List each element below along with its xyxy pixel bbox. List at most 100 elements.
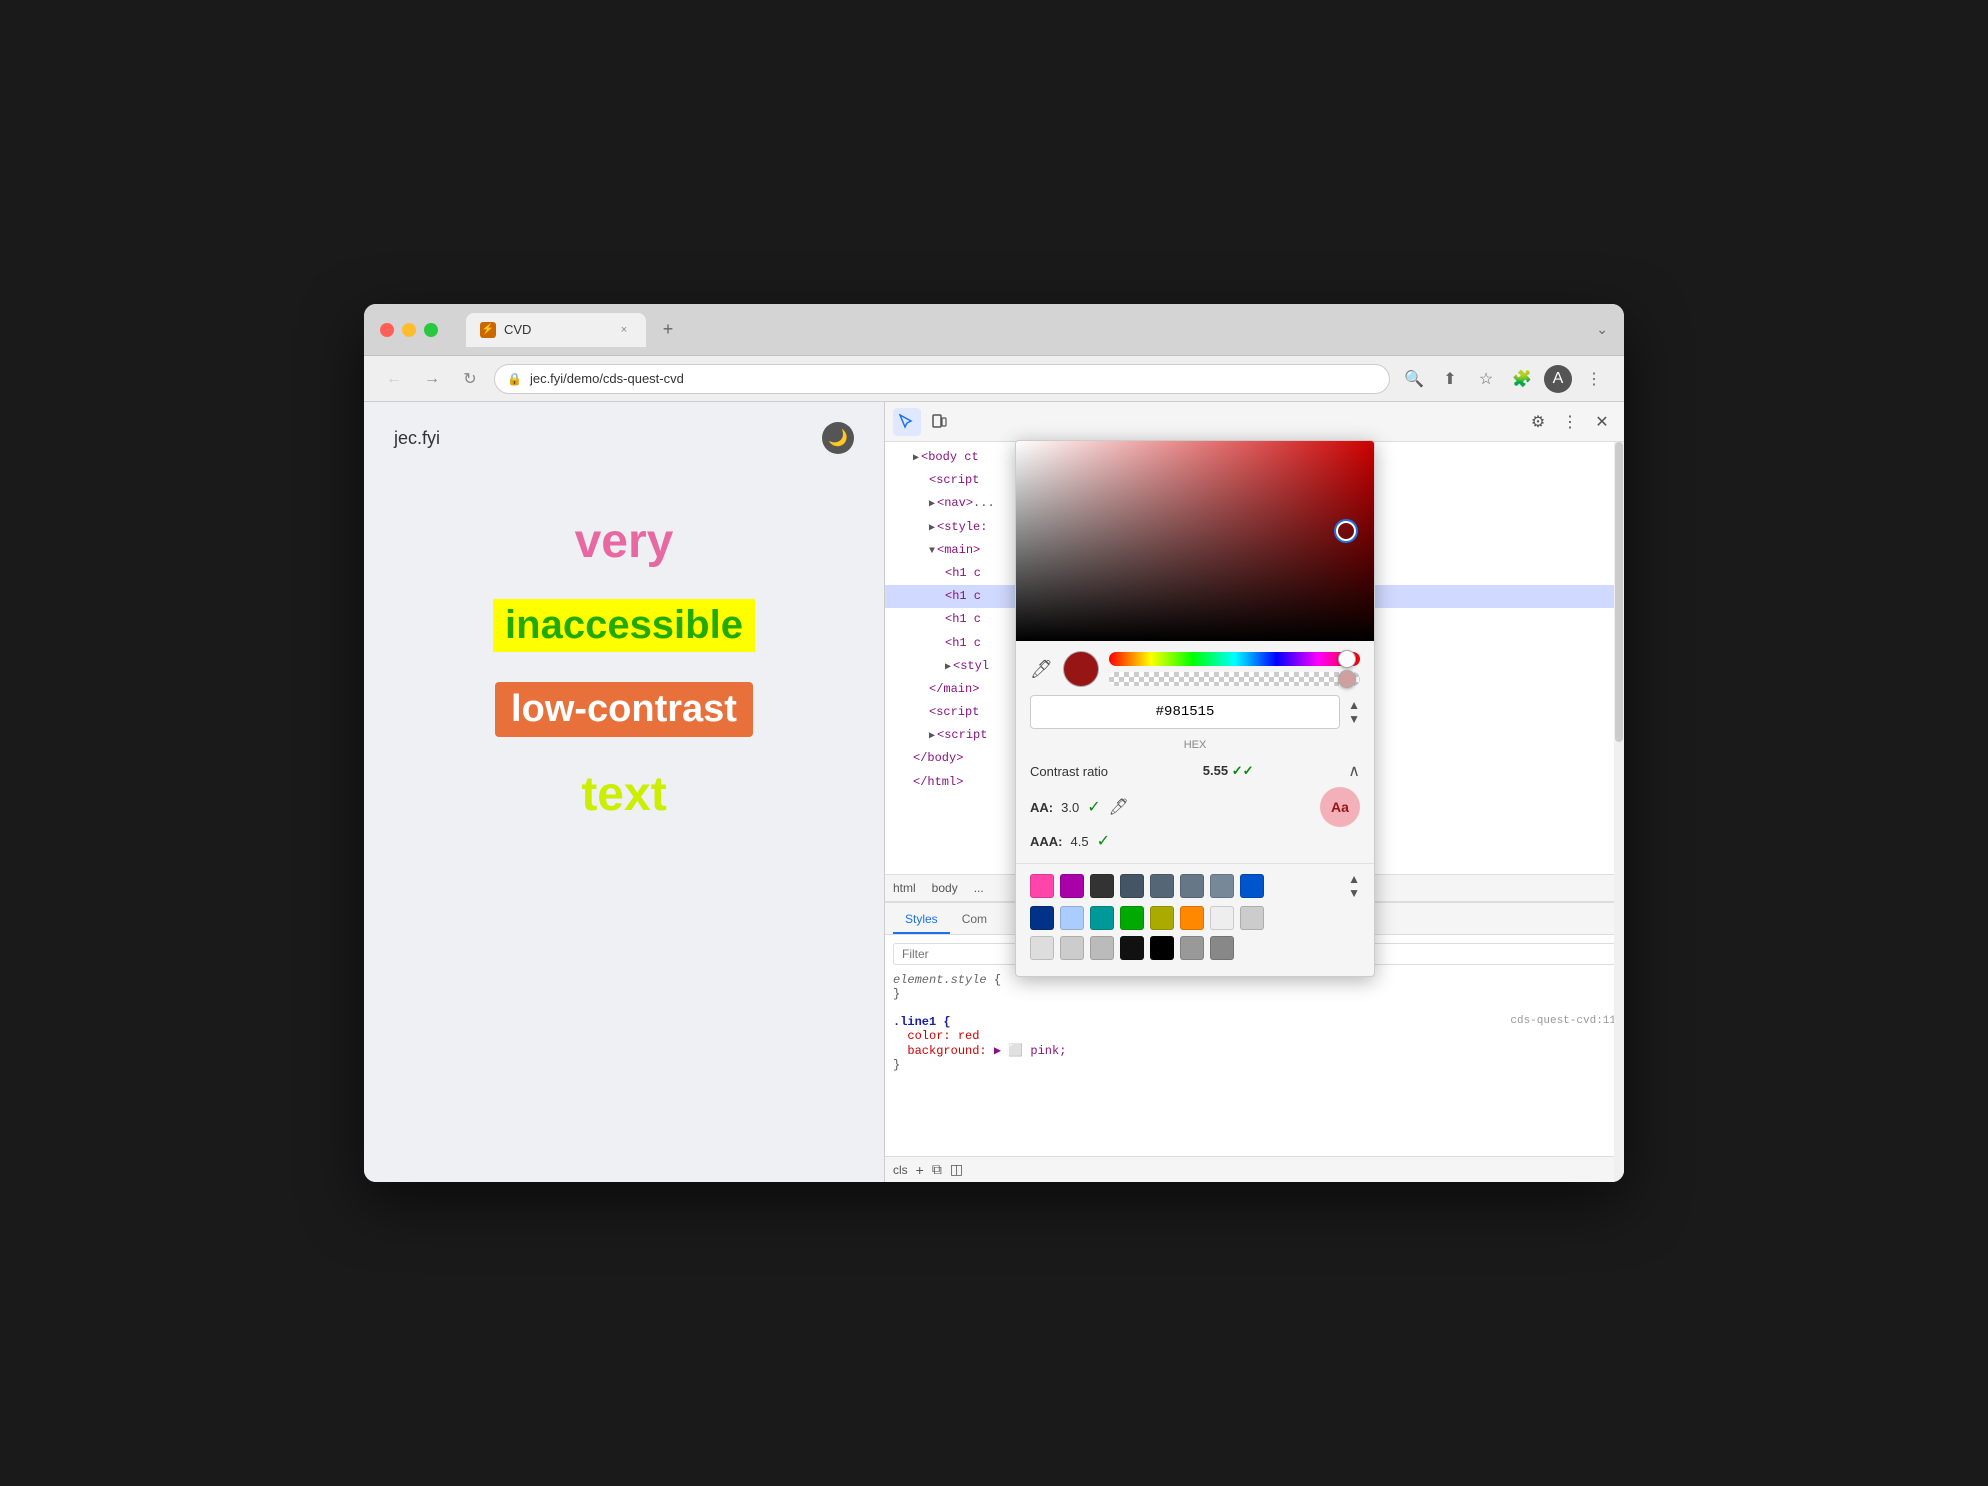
swatch-light1[interactable] xyxy=(1210,906,1234,930)
site-title: jec.fyi xyxy=(394,428,440,449)
css-element-style: element.style { } xyxy=(893,973,1616,1001)
tab-menu-button[interactable]: ⌄ xyxy=(1596,321,1608,338)
profile-icon-btn[interactable]: A xyxy=(1544,365,1572,393)
tab-close-button[interactable]: × xyxy=(616,322,632,338)
color-swatch[interactable] xyxy=(1063,651,1099,687)
swatch-midgray1[interactable] xyxy=(1180,936,1204,960)
swatch-dark3[interactable] xyxy=(1150,874,1174,898)
swatch-gray3[interactable] xyxy=(1090,936,1114,960)
swatch-navy[interactable] xyxy=(1030,906,1054,930)
browser-tab[interactable]: ⚡ CVD × xyxy=(466,313,646,347)
extensions-icon-btn[interactable]: 🧩 xyxy=(1508,365,1536,393)
search-icon-btn[interactable]: 🔍 xyxy=(1400,365,1428,393)
swatch-gray1[interactable] xyxy=(1030,936,1054,960)
cp-row1: 🖊 xyxy=(1030,651,1360,687)
swatch-midgray2[interactable] xyxy=(1210,936,1234,960)
share-icon-btn[interactable]: ⬆ xyxy=(1436,365,1464,393)
forward-button[interactable]: → xyxy=(418,365,446,393)
css-rule-line1: .line1 { cds-quest-cvd:11 color: red bac… xyxy=(893,1015,1616,1072)
word-text: text xyxy=(581,767,666,822)
site-header: jec.fyi 🌙 xyxy=(394,422,854,464)
eyedropper-contrast-icon[interactable]: 🖊 xyxy=(1109,797,1129,817)
add-style-button[interactable]: + xyxy=(916,1162,924,1178)
contrast-ratio-value: 5.55 ✓✓ xyxy=(1203,763,1254,779)
inspect-element-button[interactable] xyxy=(893,408,921,436)
swatch-blue[interactable] xyxy=(1240,874,1264,898)
hex-input[interactable] xyxy=(1030,695,1340,729)
breadcrumb-dots: ... xyxy=(974,881,984,895)
swatch-green[interactable] xyxy=(1120,906,1144,930)
swatch-row-1: ▲▼ xyxy=(1030,872,1360,900)
devtools-scrollbar[interactable] xyxy=(1614,442,1624,1182)
webpage-panel: jec.fyi 🌙 very inaccessible low-contrast… xyxy=(364,402,884,1182)
swatch-mid1[interactable] xyxy=(1180,874,1204,898)
css-source-link[interactable]: cds-quest-cvd:11 xyxy=(1510,1015,1616,1027)
aaa-check-icon: ✓ xyxy=(1097,831,1110,851)
tab-computed[interactable]: Com xyxy=(950,906,999,934)
device-toolbar-button[interactable] xyxy=(925,408,953,436)
eyedropper-icon[interactable]: 🖊 xyxy=(1030,659,1053,680)
back-button[interactable]: ← xyxy=(380,365,408,393)
swatch-light2[interactable] xyxy=(1240,906,1264,930)
hex-increment-buttons[interactable]: ▲ ▼ xyxy=(1348,698,1360,726)
swatch-gray2[interactable] xyxy=(1060,936,1084,960)
swatch-dark1[interactable] xyxy=(1090,874,1114,898)
swatch-lightblue[interactable] xyxy=(1060,906,1084,930)
hex-label: HEX xyxy=(1030,739,1360,751)
swatch-olive[interactable] xyxy=(1150,906,1174,930)
color-gradient-canvas[interactable] xyxy=(1016,441,1374,641)
content-words: very inaccessible low-contrast text xyxy=(394,494,854,822)
hue-slider-handle[interactable] xyxy=(1338,650,1356,668)
tab-bar: ⚡ CVD × + ⌄ xyxy=(450,310,1608,350)
bookmark-icon-btn[interactable]: ☆ xyxy=(1472,365,1500,393)
url-text: jec.fyi/demo/cds-quest-cvd xyxy=(530,371,1377,386)
traffic-lights xyxy=(380,323,438,337)
devtools-settings-button[interactable]: ⚙ xyxy=(1524,408,1552,436)
word-very: very xyxy=(575,514,674,569)
swatch-purple[interactable] xyxy=(1060,874,1084,898)
address-bar: ← → ↻ 🔒 jec.fyi/demo/cds-quest-cvd 🔍 ⬆ ☆… xyxy=(364,356,1624,402)
devtools-panel: ⚙ ⋮ ✕ ▶<body ct <script ▶<nav>... ▶<styl… xyxy=(884,402,1624,1182)
hue-slider[interactable] xyxy=(1109,652,1360,666)
breadcrumb-body[interactable]: body xyxy=(932,881,958,895)
color-swatches-section: ▲▼ xyxy=(1016,863,1374,976)
copy-styles-button[interactable]: ⧉ xyxy=(932,1161,942,1178)
contrast-collapse-button[interactable]: ∧ xyxy=(1348,761,1360,781)
swatch-dark2[interactable] xyxy=(1120,874,1144,898)
swatch-scroll-buttons[interactable]: ▲▼ xyxy=(1348,872,1360,900)
color-picker-popup: 🖊 xyxy=(1015,440,1375,977)
breadcrumb-html[interactable]: html xyxy=(893,881,916,895)
aa-check-icon: ✓ xyxy=(1087,797,1100,817)
reload-button[interactable]: ↻ xyxy=(456,365,484,393)
swatch-row-3 xyxy=(1030,936,1360,960)
lock-icon: 🔒 xyxy=(507,372,522,386)
swatch-nearblack[interactable] xyxy=(1120,936,1144,960)
mac-window: ⚡ CVD × + ⌄ ← → ↻ 🔒 jec.fyi/demo/cds-que… xyxy=(364,304,1624,1182)
devtools-more-button[interactable]: ⋮ xyxy=(1556,408,1584,436)
toggle-panel-button[interactable]: ◫ xyxy=(950,1161,963,1178)
alpha-slider-handle[interactable] xyxy=(1338,670,1356,688)
maximize-traffic-light[interactable] xyxy=(424,323,438,337)
dark-mode-button[interactable]: 🌙 xyxy=(822,422,854,454)
more-icon-btn[interactable]: ⋮ xyxy=(1580,365,1608,393)
cls-button[interactable]: cls xyxy=(893,1163,908,1177)
minimize-traffic-light[interactable] xyxy=(402,323,416,337)
contrast-preview: Aa xyxy=(1320,787,1360,827)
swatch-black[interactable] xyxy=(1150,936,1174,960)
close-traffic-light[interactable] xyxy=(380,323,394,337)
swatch-orange[interactable] xyxy=(1180,906,1204,930)
scrollbar-thumb[interactable] xyxy=(1615,442,1623,742)
swatch-mid2[interactable] xyxy=(1210,874,1234,898)
browser-content: jec.fyi 🌙 very inaccessible low-contrast… xyxy=(364,402,1624,1182)
devtools-close-button[interactable]: ✕ xyxy=(1588,408,1616,436)
swatch-pink[interactable] xyxy=(1030,874,1054,898)
swatch-teal[interactable] xyxy=(1090,906,1114,930)
color-picker-handle[interactable] xyxy=(1336,521,1356,541)
url-bar[interactable]: 🔒 jec.fyi/demo/cds-quest-cvd xyxy=(494,364,1390,394)
new-tab-button[interactable]: + xyxy=(654,316,682,344)
alpha-slider[interactable] xyxy=(1109,672,1360,686)
tab-styles[interactable]: Styles xyxy=(893,906,950,934)
tab-title: CVD xyxy=(504,322,608,337)
aaa-row: AAA: 4.5 ✓ xyxy=(1030,831,1360,851)
contrast-ratio-label: Contrast ratio xyxy=(1030,764,1108,779)
